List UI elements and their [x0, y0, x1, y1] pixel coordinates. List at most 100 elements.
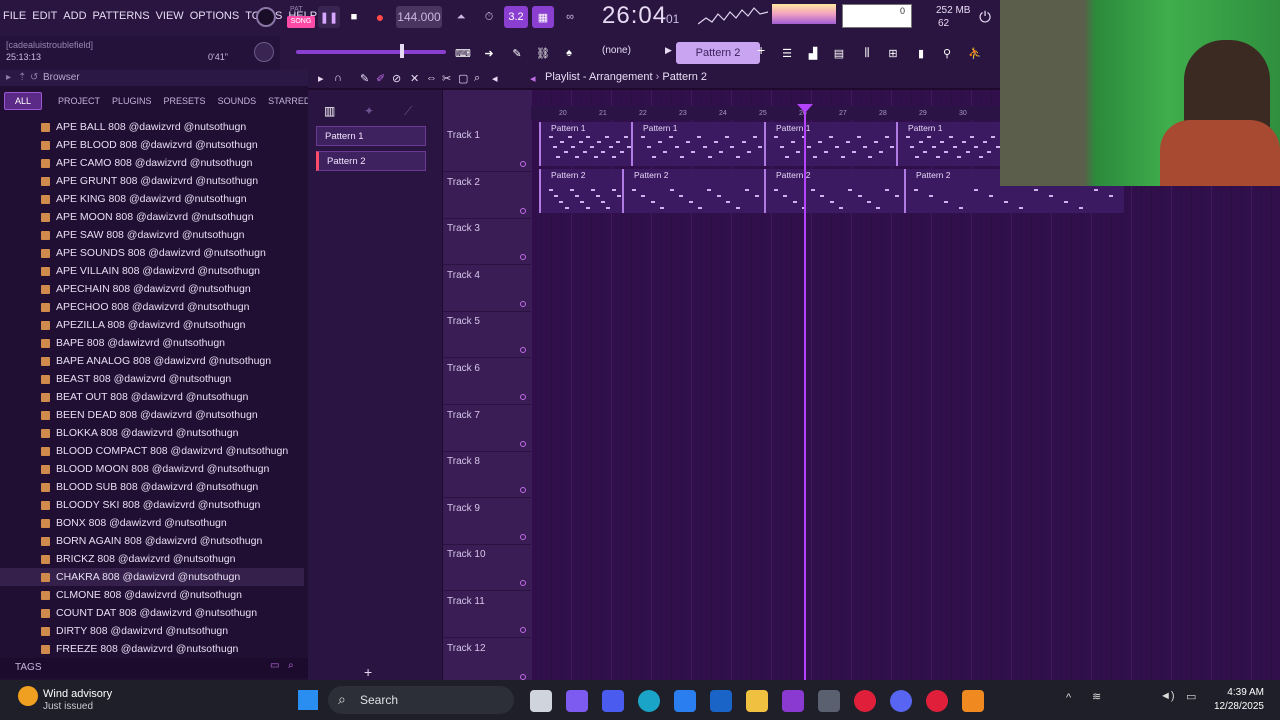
- track-mute-dot[interactable]: [520, 533, 526, 540]
- track-header[interactable]: Track 11: [443, 592, 531, 638]
- edge-icon[interactable]: [638, 690, 660, 712]
- taskview-icon[interactable]: [530, 690, 552, 712]
- hat-button[interactable]: ♠: [558, 42, 580, 64]
- menu-patterns[interactable]: PATTERNS: [90, 10, 153, 22]
- browser-file-item[interactable]: BEAST 808 @dawizvrd @nutsothugn: [0, 370, 304, 388]
- slider-handle[interactable]: [400, 44, 404, 58]
- browser-file-item[interactable]: BORN AGAIN 808 @dawizvrd @nutsothugn: [0, 532, 304, 550]
- browser-file-item[interactable]: APE MOON 808 @dawizvrd @nutsothugn: [0, 208, 304, 226]
- pattern-clip[interactable]: Pattern 1: [764, 122, 896, 166]
- track-header[interactable]: Track 3: [443, 219, 531, 266]
- camera-icon[interactable]: [818, 690, 840, 712]
- browser-file-item[interactable]: DIRTY 808 @dawizvrd @nutsothugn: [0, 622, 304, 640]
- pattern-clip[interactable]: Pattern 2: [539, 169, 622, 213]
- mute-tool-icon[interactable]: ✕: [410, 72, 419, 85]
- track-mute-dot[interactable]: [520, 300, 526, 307]
- track-header[interactable]: Track 1: [443, 126, 531, 172]
- track-header[interactable]: Track 12: [443, 639, 531, 685]
- browser-menu-icon[interactable]: ▸: [6, 72, 11, 83]
- browser-file-item[interactable]: BLOOD SUB 808 @dawizvrd @nutsothugn: [0, 478, 304, 496]
- browser-file-item[interactable]: COUNT DAT 808 @dawizvrd @nutsothugn: [0, 604, 304, 622]
- track-mute-dot[interactable]: [520, 207, 526, 214]
- browser-file-item[interactable]: BLOOD COMPACT 808 @dawizvrd @nutsothugn: [0, 442, 304, 460]
- menu-add[interactable]: ADD: [60, 10, 89, 22]
- browser-file-item[interactable]: CLMONE 808 @dawizvrd @nutsothugn: [0, 586, 304, 604]
- browser-file-item[interactable]: BEEN DEAD 808 @dawizvrd @nutsothugn: [0, 406, 304, 424]
- discord-icon[interactable]: [890, 690, 912, 712]
- fl-studio-icon[interactable]: [962, 690, 984, 712]
- playhead[interactable]: [804, 104, 806, 680]
- draw-tool-icon[interactable]: ✎: [360, 72, 369, 85]
- track-header[interactable]: Track 10: [443, 545, 531, 592]
- menu-view[interactable]: VIEW: [153, 10, 187, 22]
- opera-gx-icon[interactable]: [926, 690, 948, 712]
- add-track-icon[interactable]: +: [364, 664, 372, 680]
- piano-roll-button[interactable]: ▟: [802, 42, 824, 64]
- automation-icon[interactable]: ⟋: [404, 104, 412, 119]
- paint-tool-icon[interactable]: ✐: [376, 72, 385, 85]
- browser-file-item[interactable]: BAPE 808 @dawizvrd @nutsothugn: [0, 334, 304, 352]
- clock-date[interactable]: 12/28/2025: [1206, 701, 1264, 712]
- track-mute-dot[interactable]: [520, 580, 526, 587]
- teams-icon[interactable]: [602, 690, 624, 712]
- play-pause-button[interactable]: ❚❚: [318, 6, 340, 28]
- channel-rack-button[interactable]: ▤: [828, 42, 850, 64]
- browser-file-item[interactable]: BONX 808 @dawizvrd @nutsothugn: [0, 514, 304, 532]
- link-button[interactable]: ⛓: [532, 42, 554, 64]
- delete-tool-icon[interactable]: ⊘: [392, 72, 401, 85]
- project-button[interactable]: ▮: [910, 42, 932, 64]
- opera-icon[interactable]: [854, 690, 876, 712]
- browser-file-item[interactable]: APE CAMO 808 @dawizvrd @nutsothugn: [0, 154, 304, 172]
- browser-file-item[interactable]: APE SOUNDS 808 @dawizvrd @nutsothugn: [0, 244, 304, 262]
- pattern-item-2[interactable]: Pattern 2: [316, 151, 426, 171]
- browser-file-item[interactable]: APEZILLA 808 @dawizvrd @nutsothugn: [0, 316, 304, 334]
- stop-button[interactable]: ■: [343, 6, 365, 28]
- slice-tool-icon[interactable]: ✂: [442, 72, 451, 85]
- tab-presets[interactable]: PRESETS: [158, 96, 212, 106]
- snap-select[interactable]: (none): [602, 45, 631, 56]
- master-volume-knob[interactable]: [256, 7, 276, 27]
- file-explorer-icon[interactable]: [746, 690, 768, 712]
- track-mute-dot[interactable]: [520, 161, 526, 167]
- track-mute-dot[interactable]: [520, 347, 526, 354]
- zoom-tool-icon[interactable]: ⌕: [474, 72, 480, 85]
- snap-button[interactable]: 3.2: [504, 6, 528, 28]
- browser-up-icon[interactable]: ⇡: [18, 72, 26, 83]
- taskbar-search[interactable]: ⌕ Search: [328, 686, 514, 714]
- add-pattern-icon[interactable]: +: [757, 42, 765, 58]
- clock-time[interactable]: 4:39 AM: [1220, 687, 1264, 698]
- browser-file-item[interactable]: APE KING 808 @dawizvrd @nutsothugn: [0, 190, 304, 208]
- browser-file-item[interactable]: BEAT OUT 808 @dawizvrd @nutsothugn: [0, 388, 304, 406]
- mail-icon[interactable]: [710, 690, 732, 712]
- menu-options[interactable]: OPTIONS: [187, 10, 243, 22]
- pattern-selector[interactable]: Pattern 2: [676, 42, 760, 64]
- mode-song-button[interactable]: SONG: [287, 16, 315, 28]
- browser-file-item[interactable]: APE GRUNT 808 @dawizvrd @nutsothugn: [0, 172, 304, 190]
- track-mute-dot[interactable]: [520, 394, 526, 400]
- pattern-prev-icon[interactable]: ▶: [665, 45, 672, 56]
- pattern-clip[interactable]: Pattern 2: [764, 169, 904, 213]
- copilot-icon[interactable]: [566, 690, 588, 712]
- browser-file-item[interactable]: APE BALL 808 @dawizvrd @nutsothugn: [0, 118, 304, 136]
- browser-file-item[interactable]: APECHOO 808 @dawizvrd @nutsothugn: [0, 298, 304, 316]
- blend-notes-button[interactable]: ∞: [558, 6, 582, 28]
- piano-icon[interactable]: ▥: [324, 104, 335, 118]
- metronome-button[interactable]: ⏶: [450, 6, 472, 28]
- pattern-clip[interactable]: Pattern 1: [631, 122, 764, 166]
- battery-icon[interactable]: ▭: [1186, 690, 1196, 703]
- tab-sounds[interactable]: SOUNDS: [212, 96, 263, 106]
- track-header[interactable]: Track 6: [443, 359, 531, 405]
- tab-all[interactable]: ALL: [4, 92, 43, 110]
- track-header[interactable]: Track 5: [443, 312, 531, 359]
- track-header[interactable]: Track 8: [443, 452, 531, 499]
- search-icon[interactable]: ⌕: [288, 660, 294, 671]
- mode-pat-label[interactable]: PAT: [290, 6, 303, 13]
- browser-file-item[interactable]: BRICKZ 808 @dawizvrd @nutsothugn: [0, 550, 304, 568]
- plugin-button[interactable]: ⚲: [936, 42, 958, 64]
- pattern-clip[interactable]: Pattern 1: [896, 122, 1000, 166]
- tray-chevron-icon[interactable]: ^: [1066, 692, 1071, 704]
- browser-file-item[interactable]: APECHAIN 808 @dawizvrd @nutsothugn: [0, 280, 304, 298]
- master-pitch-slider[interactable]: [296, 50, 446, 54]
- start-button[interactable]: [298, 690, 318, 710]
- volume-icon[interactable]: ◄): [1160, 690, 1175, 702]
